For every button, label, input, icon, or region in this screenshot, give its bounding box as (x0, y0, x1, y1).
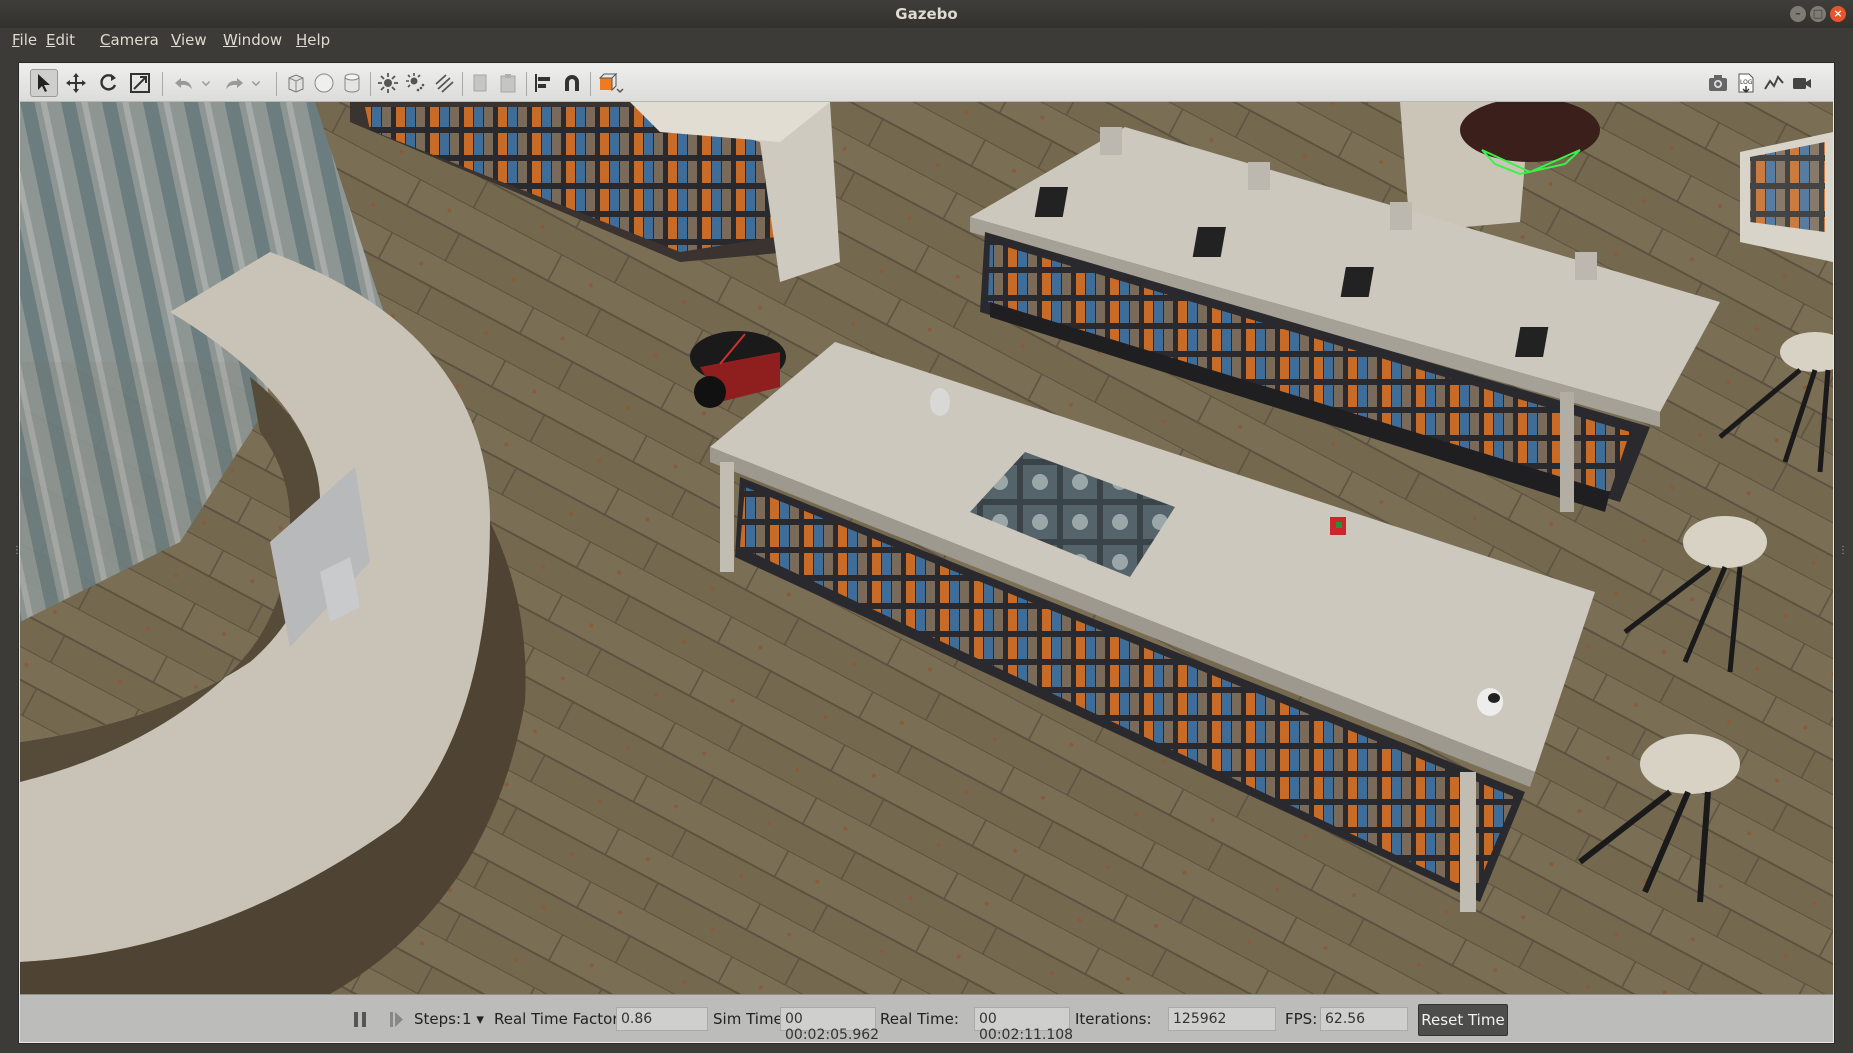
point-light-icon (378, 73, 398, 93)
iterations-label: Iterations: (1075, 1010, 1152, 1028)
move-arrows-icon (66, 73, 86, 93)
reset-time-button[interactable]: Reset Time (1418, 1004, 1508, 1036)
right-panel-handle[interactable]: ⋮ (1838, 545, 1848, 561)
close-window-button[interactable]: × (1830, 6, 1846, 22)
sphere-shape-button[interactable] (310, 69, 338, 97)
menu-camera[interactable]: Camera (96, 31, 163, 49)
menu-view[interactable]: View (167, 31, 211, 49)
menu-help[interactable]: Help (292, 31, 334, 49)
real-time-factor-value: 0.86 (616, 1007, 708, 1031)
svg-text:LOG: LOG (1740, 79, 1753, 86)
toolbar-separator (276, 72, 277, 96)
minimize-window-button[interactable]: – (1790, 6, 1806, 22)
fps-label: FPS: (1285, 1010, 1318, 1028)
arrow-pointer-icon (38, 74, 50, 92)
pause-button[interactable] (348, 1007, 372, 1031)
redo-icon (226, 78, 243, 89)
rotate-mode-button[interactable] (94, 69, 122, 97)
chevron-down-icon (251, 81, 261, 87)
menu-window[interactable]: Window (219, 31, 286, 49)
menu-edit[interactable]: Edit (42, 31, 79, 49)
log-data-button[interactable]: LOG (1732, 69, 1760, 97)
magnet-icon (565, 75, 579, 91)
select-mode-button[interactable] (30, 69, 58, 97)
rotate-icon (100, 74, 117, 91)
record-video-button[interactable] (1788, 69, 1816, 97)
line-graph-icon (1764, 75, 1784, 90)
window-title: Gazebo (895, 5, 958, 23)
chevron-down-icon (201, 81, 211, 87)
copy-icon (473, 74, 487, 92)
iterations-value: 125962 (1168, 1007, 1276, 1031)
sim-time-value: 00 00:02:05.962 (780, 1007, 879, 1043)
snap-button[interactable] (558, 69, 586, 97)
redo-history-dropdown[interactable] (248, 69, 264, 97)
undo-icon (175, 78, 192, 89)
copy-button[interactable] (466, 69, 494, 97)
cylinder-shape-button[interactable] (338, 69, 366, 97)
redo-button[interactable] (220, 69, 248, 97)
video-camera-icon (1793, 78, 1811, 89)
fps-value: 62.56 (1320, 1007, 1408, 1031)
view-angle-cube-icon (598, 72, 624, 94)
toolbar-separator (590, 72, 591, 96)
sim-time-label: Sim Time: (713, 1010, 788, 1028)
translate-mode-button[interactable] (62, 69, 90, 97)
plot-button[interactable] (1760, 69, 1788, 97)
box-shape-button[interactable] (282, 69, 310, 97)
pause-icon (354, 1012, 366, 1027)
screenshot-button[interactable] (1704, 69, 1732, 97)
toolbar-separator (162, 72, 163, 96)
step-forward-icon (390, 1012, 403, 1027)
step-button[interactable] (384, 1007, 408, 1031)
scale-icon (130, 73, 150, 93)
directional-light-icon (435, 74, 454, 93)
real-time-label: Real Time: (880, 1010, 959, 1028)
undo-history-dropdown[interactable] (198, 69, 214, 97)
undo-button[interactable] (170, 69, 198, 97)
align-icon (535, 74, 550, 92)
toolbar-separator (370, 72, 371, 96)
toolbar: LOG (20, 64, 1833, 102)
real-time-value: 00 00:02:11.108 (974, 1007, 1073, 1043)
steps-spinbox[interactable]: 1 ▾ (462, 1010, 484, 1028)
3d-viewport[interactable] (20, 102, 1833, 994)
toolbar-separator (526, 72, 527, 96)
paste-icon (500, 74, 516, 93)
directional-light-button[interactable] (430, 69, 458, 97)
view-angle-button[interactable] (594, 69, 628, 97)
box-icon (288, 74, 304, 93)
scale-mode-button[interactable] (126, 69, 154, 97)
scene-render[interactable] (20, 102, 1833, 994)
point-light-button[interactable] (374, 69, 402, 97)
toolbar-separator (462, 72, 463, 96)
status-bar: Steps: 1 ▾ Real Time Factor: 0.86 Sim Ti… (20, 994, 1833, 1043)
menu-bar: File Edit Camera View Window Help (0, 28, 1853, 58)
spot-light-icon (406, 73, 425, 92)
left-panel-handle[interactable]: ⋮ (12, 545, 22, 561)
camera-icon (1709, 75, 1727, 91)
spot-light-button[interactable] (402, 69, 430, 97)
paste-button[interactable] (494, 69, 522, 97)
cylinder-icon (344, 73, 360, 93)
steps-label: Steps: (414, 1010, 462, 1028)
maximize-window-button[interactable]: □ (1810, 6, 1826, 22)
log-document-icon: LOG (1738, 73, 1754, 93)
real-time-factor-label: Real Time Factor: (494, 1010, 624, 1028)
sphere-icon (314, 73, 334, 93)
title-bar: Gazebo – □ × (0, 0, 1853, 28)
menu-file[interactable]: File (8, 31, 41, 49)
align-button[interactable] (530, 69, 558, 97)
